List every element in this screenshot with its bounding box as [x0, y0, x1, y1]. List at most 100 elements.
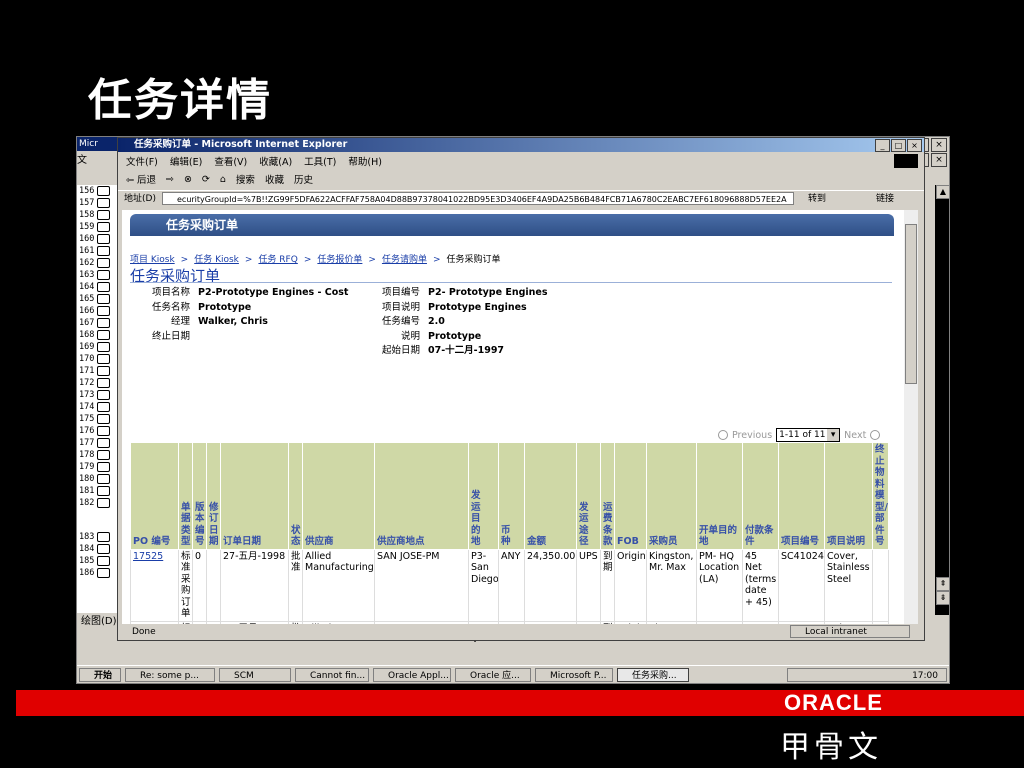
ie-menu-item[interactable]: 工具(T) [304, 154, 336, 168]
ie-menu-item[interactable]: 文件(F) [126, 154, 158, 168]
go-button[interactable]: 转到 [808, 191, 826, 207]
page-scrollbar[interactable] [904, 210, 918, 624]
toolbar-button[interactable]: ⇦ 后退 [126, 172, 156, 186]
column-header[interactable]: 采购员 [646, 442, 697, 550]
range-select[interactable]: 1-11 of 11 ▾ [776, 428, 841, 442]
outline-line[interactable]: 167 [79, 317, 111, 329]
outline-line[interactable]: 176 [79, 425, 111, 437]
breadcrumb-link[interactable]: 任务 Kiosk [194, 255, 239, 265]
column-header[interactable]: 开单目的地 [696, 442, 743, 550]
taskbar-button[interactable]: Re: some p... [125, 668, 215, 682]
toolbar-button[interactable]: ⇨ [166, 174, 174, 185]
outline-line[interactable]: 179 [79, 461, 111, 473]
outline-line[interactable]: 172 [79, 377, 111, 389]
toolbar-button[interactable]: 搜索 [236, 172, 255, 186]
outline-line[interactable]: 186 [79, 567, 111, 579]
close-icon[interactable]: × [931, 138, 947, 152]
links-button[interactable]: 链接 [876, 191, 894, 207]
next-icon[interactable] [870, 430, 881, 440]
ie-menu-item[interactable]: 查看(V) [214, 154, 247, 168]
ppt-menu-file[interactable]: 文 [77, 155, 87, 166]
maximize-icon[interactable]: □ [891, 139, 906, 152]
toolbar-button[interactable]: ⌂ [220, 174, 226, 185]
prev-icon[interactable] [718, 430, 728, 440]
outline-line[interactable]: 162 [79, 257, 111, 269]
toolbar-button[interactable]: ⊗ [184, 174, 192, 185]
column-header[interactable]: 修订日期 [206, 442, 221, 550]
column-header[interactable]: 版本编号 [192, 442, 207, 550]
column-header[interactable]: 订单日期 [220, 442, 289, 550]
column-header[interactable]: 供应商地点 [374, 442, 469, 550]
breadcrumb-link[interactable]: 任务 RFQ [258, 255, 297, 265]
draw-menu[interactable]: 绘图(D) [81, 616, 117, 627]
address-input[interactable]: ecurityGroupId=%7B!!ZG99F5DFA622ACFFAF75… [162, 192, 794, 205]
ppt-menu-stub[interactable]: 文 [77, 151, 117, 166]
column-header[interactable]: 运费条款 [600, 442, 615, 550]
outline-line[interactable]: 161 [79, 245, 111, 257]
column-header[interactable]: 项目说明 [824, 442, 873, 550]
column-header[interactable]: 发运途径 [576, 442, 601, 550]
taskbar-button[interactable]: 任务采购... [617, 668, 689, 682]
ie-menu-item[interactable]: 收藏(A) [259, 154, 292, 168]
outline-line[interactable]: 183 [79, 531, 111, 543]
outline-line[interactable]: 163 [79, 269, 111, 281]
toolbar-button[interactable]: 历史 [294, 172, 313, 186]
taskbar-button[interactable]: Oracle 应... [455, 668, 531, 682]
prev-link[interactable]: Previous [732, 430, 772, 441]
column-header[interactable]: 状态 [288, 442, 303, 550]
minimize-icon[interactable]: _ [875, 139, 890, 152]
column-header[interactable]: 金额 [524, 442, 577, 550]
outline-line[interactable]: 185 [79, 555, 111, 567]
close-icon[interactable]: × [907, 139, 922, 152]
column-header[interactable]: 付款条件 [742, 442, 779, 550]
outline-line[interactable]: 177 [79, 437, 111, 449]
ie-menu-item[interactable]: 帮助(H) [348, 154, 382, 168]
outline-line[interactable]: 173 [79, 389, 111, 401]
outline-line[interactable]: 174 [79, 401, 111, 413]
table-row[interactable]: 17525 标准采购订单 0 27-五月-1998 批准Allied Manufactu… [130, 548, 889, 622]
breadcrumb-link[interactable]: 项目 Kiosk [130, 255, 175, 265]
toolbar-button[interactable]: ⟳ [202, 174, 210, 185]
outline-line[interactable]: 166 [79, 305, 111, 317]
taskbar-button[interactable]: Cannot fin... [295, 668, 369, 682]
scroll-thumb[interactable] [905, 224, 917, 384]
outline-line[interactable]: 165 [79, 293, 111, 305]
outline-line[interactable]: 170 [79, 353, 111, 365]
outline-line[interactable]: 181 [79, 485, 111, 497]
breadcrumb-link[interactable]: 任务报价单 [317, 255, 362, 265]
outline-line[interactable]: 175 [79, 413, 111, 425]
prev-slide-icon[interactable]: ⇞ [936, 577, 949, 591]
taskbar-button[interactable]: SCM [219, 668, 291, 682]
taskbar-button[interactable]: Microsoft P... [535, 668, 613, 682]
column-header[interactable]: 终止物料模型/部件号 [872, 442, 889, 550]
ppt-scrollbar[interactable]: ▲ ⇞ ⇟ [935, 185, 949, 615]
column-header[interactable]: 项目编号 [778, 442, 825, 550]
outline-line[interactable]: 184 [79, 543, 111, 555]
outline-line[interactable]: 178 [79, 449, 111, 461]
column-header[interactable]: 单据类型 [178, 442, 193, 550]
start-button[interactable]: 开始 [79, 668, 121, 682]
outline-line[interactable]: 164 [79, 281, 111, 293]
column-header[interactable]: PO 编号 [130, 442, 179, 550]
close-icon[interactable]: × [931, 153, 947, 167]
outline-line[interactable]: 182 [79, 497, 111, 509]
ie-menu-item[interactable]: 编辑(E) [170, 154, 202, 168]
taskbar-button[interactable]: Oracle Appl... [373, 668, 451, 682]
toolbar-button[interactable]: 收藏 [265, 172, 284, 186]
scroll-up-icon[interactable]: ▲ [936, 185, 949, 199]
outline-line[interactable]: 157 [79, 197, 111, 209]
cell-po[interactable]: 17525 [130, 548, 179, 622]
outline-line[interactable]: 159 [79, 221, 111, 233]
next-slide-icon[interactable]: ⇟ [936, 591, 949, 605]
outline-line[interactable]: 158 [79, 209, 111, 221]
outline-line[interactable]: 160 [79, 233, 111, 245]
column-header[interactable]: 币种 [498, 442, 525, 550]
column-header[interactable]: 供应商 [302, 442, 375, 550]
column-header[interactable]: 发运目的地 [468, 442, 499, 550]
outline-line[interactable]: 171 [79, 365, 111, 377]
outline-line[interactable]: 180 [79, 473, 111, 485]
outline-line[interactable]: 156 [79, 185, 111, 197]
column-header[interactable]: FOB [614, 442, 647, 550]
next-link[interactable]: Next [844, 430, 866, 441]
outline-line[interactable]: 169 [79, 341, 111, 353]
